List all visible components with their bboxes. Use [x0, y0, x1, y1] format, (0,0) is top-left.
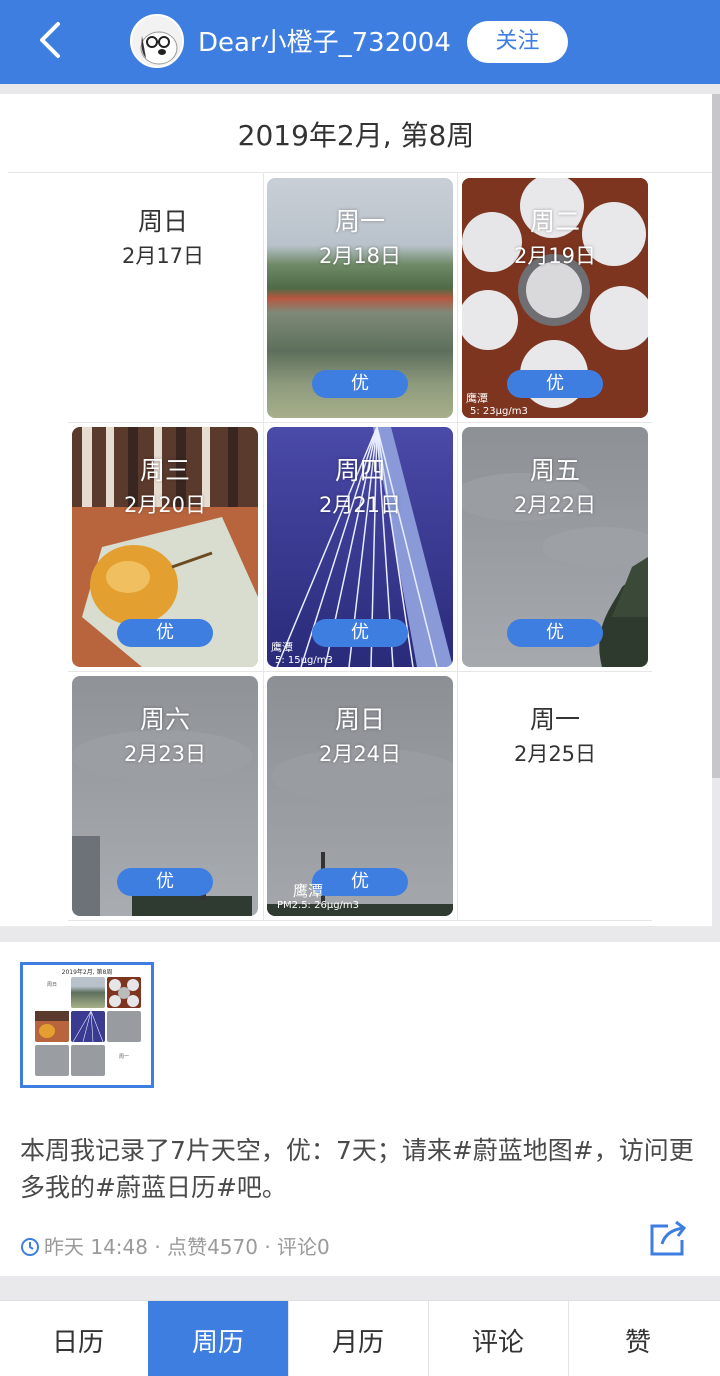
day-date: 2月22日	[513, 493, 597, 517]
post-meta: 昨天 14:48 · 点赞4570 · 评论0	[20, 1231, 330, 1262]
thumbnail-cell	[35, 1011, 69, 1042]
tab-week-calendar[interactable]: 周历	[148, 1301, 288, 1376]
air-quality-badge: 优	[312, 619, 408, 647]
grid-line	[263, 173, 264, 921]
day-name: 周日	[334, 705, 385, 734]
day-cell-monday-empty[interactable]: 周一 2月25日	[462, 676, 648, 916]
pm25-watermark: PM2.5: 26μg/m3	[277, 900, 360, 911]
calendar-title: 2019年2月, 第8周	[237, 119, 475, 152]
day-cell-tangyuan-photo[interactable]: 周二 2月19日 优 鹰潭 5: 23μg/m3	[462, 178, 648, 418]
thumbnail-cell	[71, 977, 105, 1008]
back-arrow-icon[interactable]	[30, 18, 74, 62]
day-name: 周五	[529, 456, 580, 485]
thumbnail-cell	[107, 1011, 141, 1042]
air-quality-badge: 优	[117, 868, 213, 896]
air-quality-badge: 优	[312, 370, 408, 398]
day-cell-overcast-photo[interactable]: 周六 2月23日 优	[72, 676, 258, 916]
thumbnail-title: 2019年2月, 第8周	[61, 969, 113, 976]
username[interactable]: Dear小橙子_732004	[198, 22, 451, 59]
day-name: 周六	[139, 705, 190, 734]
day-name: 周一	[334, 207, 385, 236]
grid-line	[457, 173, 458, 921]
day-cell-lake-photo[interactable]: 周一 2月18日 优	[267, 178, 453, 418]
day-cell-sunday-empty[interactable]: 周日 2月17日	[70, 178, 256, 418]
week-calendar-card: 2019年2月, 第8周 周日 2月17日 周一 2月18日 优 周二 2月19…	[0, 94, 712, 926]
city-watermark: 鹰潭	[293, 882, 324, 900]
grid-line	[68, 422, 652, 423]
day-date: 2月18日	[318, 244, 402, 268]
day-cell-gray-sky-photo[interactable]: 周日 2月24日 优 鹰潭 PM2.5: 26μg/m3	[267, 676, 453, 916]
post-meta-text: 昨天 14:48 · 点赞4570 · 评论0	[44, 1235, 330, 1259]
pm25-watermark: 5: 15μg/m3	[275, 655, 333, 666]
thumbnail-cell	[71, 1045, 105, 1076]
follow-button[interactable]: 关注	[467, 21, 568, 63]
tab-comments[interactable]: 评论	[428, 1301, 568, 1376]
air-quality-badge: 优	[312, 868, 408, 896]
air-quality-badge: 优	[117, 619, 213, 647]
tab-likes[interactable]: 赞	[568, 1301, 708, 1376]
day-cell-cloudy-photo[interactable]: 周五 2月22日 优	[462, 427, 648, 667]
day-date: 2月21日	[318, 493, 402, 517]
day-cell-bridge-photo[interactable]: 周四 2月21日 优 鹰潭 5: 15μg/m3	[267, 427, 453, 667]
air-quality-badge: 优	[507, 619, 603, 647]
thumbnail-cell	[107, 977, 141, 1008]
city-watermark: 鹰潭	[466, 392, 488, 405]
divider	[8, 172, 712, 173]
thumbnail-day-label: 周一	[118, 1054, 129, 1060]
day-date: 2月23日	[123, 742, 207, 766]
clock-icon	[20, 1237, 40, 1262]
day-name: 周四	[334, 456, 385, 485]
grid-line	[68, 920, 652, 921]
day-name: 周一	[529, 705, 580, 734]
grid-line	[68, 671, 652, 672]
top-bar: Dear小橙子_732004 关注	[0, 0, 720, 84]
day-date: 2月20日	[123, 493, 207, 517]
tab-month-calendar[interactable]: 月历	[288, 1301, 428, 1376]
post-text: 本周我记录了7片天空，优：7天；请来#蔚蓝地图#，访问更多我的#蔚蓝日历#吧。	[20, 1136, 694, 1202]
bottom-tab-bar: 日历 周历 月历 评论 赞	[0, 1300, 720, 1376]
scrollbar[interactable]	[712, 94, 720, 778]
day-date: 2月19日	[513, 244, 597, 268]
day-cell-pear-photo[interactable]: 周三 2月20日 优	[72, 427, 258, 667]
day-date: 2月25日	[513, 742, 597, 766]
calendar-thumbnail[interactable]: 2019年2月, 第8周 周日 周一	[20, 962, 154, 1088]
day-date: 2月24日	[318, 742, 402, 766]
tab-day-calendar[interactable]: 日历	[8, 1301, 148, 1376]
air-quality-badge: 优	[507, 370, 603, 398]
pm25-watermark: 5: 23μg/m3	[470, 406, 528, 417]
post-section: 2019年2月, 第8周 周日 周一 本周我记录了7片天空，优：7天；请来#蔚蓝…	[0, 942, 720, 1276]
thumbnail-cell	[35, 1045, 69, 1076]
thumbnail-day-label: 周日	[46, 982, 57, 988]
share-icon[interactable]	[646, 1218, 690, 1258]
avatar[interactable]	[130, 14, 184, 68]
day-date: 2月17日	[121, 244, 205, 268]
day-name: 周二	[529, 207, 580, 236]
thumbnail-cell	[71, 1010, 105, 1043]
day-name: 周日	[137, 207, 188, 236]
day-name: 周三	[139, 456, 190, 485]
city-watermark: 鹰潭	[271, 641, 293, 654]
